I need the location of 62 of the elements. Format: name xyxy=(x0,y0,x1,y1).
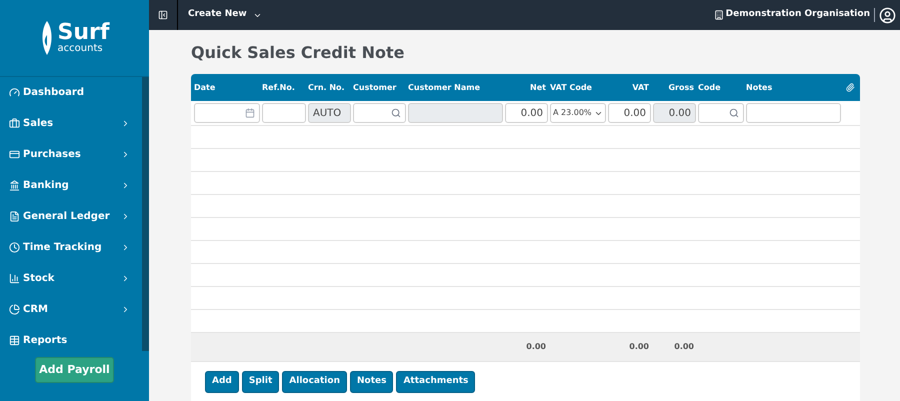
scrollbar[interactable] xyxy=(142,77,149,351)
bar-chart-icon xyxy=(9,273,20,284)
user-icon[interactable] xyxy=(879,6,896,24)
column-header: Gross xyxy=(668,82,694,92)
calendar-icon xyxy=(245,108,255,118)
building-icon xyxy=(714,10,724,20)
sidebar-item[interactable]: CRM xyxy=(0,294,142,325)
sidebar-item[interactable]: Banking xyxy=(0,170,142,201)
sidebar-item[interactable]: General Ledger xyxy=(0,201,142,232)
column-header: Net xyxy=(530,82,546,92)
card-icon xyxy=(9,149,20,160)
search-icon xyxy=(729,108,739,118)
pie-chart-icon xyxy=(9,304,20,315)
total-value: 0.00 xyxy=(674,342,694,351)
input-field[interactable] xyxy=(262,103,306,123)
column-header: Customer Name xyxy=(408,82,480,92)
organisation-name[interactable]: Demonstration Organisation xyxy=(726,8,875,22)
collapse-icon[interactable] xyxy=(158,10,168,20)
bank-icon xyxy=(9,180,20,191)
page-title: Quick Sales Credit Note xyxy=(191,42,406,64)
action-button[interactable]: Attachments xyxy=(396,370,476,392)
sidebar-item[interactable]: Dashboard xyxy=(0,77,142,108)
input-field[interactable] xyxy=(746,103,841,123)
logo-subtitle: accounts xyxy=(58,44,104,54)
sidebar-item[interactable]: Time Tracking xyxy=(0,232,142,263)
sidebar-item[interactable]: Reports xyxy=(0,325,142,356)
date-field[interactable] xyxy=(194,103,260,123)
column-header: Code xyxy=(698,82,721,92)
logo-name: Surf xyxy=(58,22,110,44)
paperclip-icon xyxy=(846,83,855,92)
readonly-field: 0.00 xyxy=(653,103,696,123)
number-field[interactable]: 0.00 xyxy=(505,103,548,123)
total-value: 0.00 xyxy=(526,342,546,351)
search-icon xyxy=(391,108,401,118)
column-header: Date xyxy=(194,82,216,92)
column-header: Notes xyxy=(746,82,772,92)
gauge-icon xyxy=(9,87,20,98)
search-field[interactable] xyxy=(353,103,406,123)
action-button[interactable]: Add xyxy=(205,370,239,392)
column-header: Customer xyxy=(353,82,396,92)
sidebar-item[interactable]: Purchases xyxy=(0,139,142,170)
column-header: Ref.No. xyxy=(262,82,295,92)
sidebar-item[interactable]: Sales xyxy=(0,108,142,139)
search-field[interactable] xyxy=(698,103,744,123)
readonly-field: AUTO xyxy=(308,103,351,123)
create-new-menu[interactable]: Create New xyxy=(188,8,262,22)
column-header: VAT xyxy=(632,82,649,92)
briefcase-icon xyxy=(9,118,20,129)
clock-icon xyxy=(9,242,20,253)
number-field[interactable]: 0.00 xyxy=(608,103,651,123)
document-icon xyxy=(9,211,20,222)
column-header: Crn. No. xyxy=(308,82,345,92)
surfboard-icon xyxy=(40,21,54,55)
column-header: VAT Code xyxy=(550,82,592,92)
action-button[interactable]: Allocation xyxy=(282,370,347,392)
select-field[interactable]: A 23.00% xyxy=(550,103,606,123)
total-value: 0.00 xyxy=(629,342,649,351)
sidebar-item[interactable]: Stock xyxy=(0,263,142,294)
add-payroll-button[interactable]: Add Payroll xyxy=(35,357,114,383)
action-button[interactable]: Split xyxy=(242,370,280,392)
action-button[interactable]: Notes xyxy=(350,370,394,392)
table-icon xyxy=(9,335,20,346)
